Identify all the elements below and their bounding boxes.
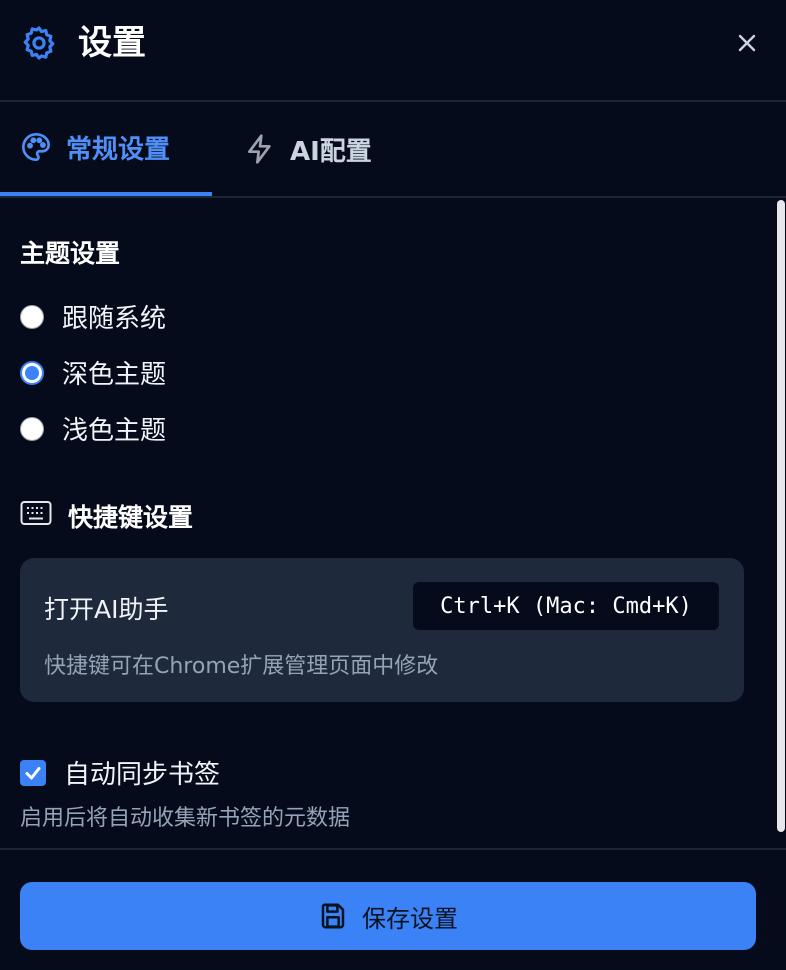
gear-icon <box>23 26 55 60</box>
sync-bookmarks-checkbox[interactable] <box>20 759 46 786</box>
scrollbar[interactable] <box>776 198 786 848</box>
tab-label: AI配置 <box>290 136 372 167</box>
palette-icon <box>22 133 50 161</box>
scrollbar-thumb[interactable] <box>777 200 785 832</box>
radio-light-theme[interactable]: 浅色主题 <box>20 410 166 447</box>
tab-label: 常规设置 <box>66 134 171 165</box>
sync-hint: 启用后将自动收集新书签的元数据 <box>20 806 351 831</box>
radio-button-checked[interactable] <box>20 360 44 385</box>
sync-bookmarks-label: 自动同步书签 <box>64 760 221 790</box>
close-icon[interactable] <box>737 33 757 53</box>
tab-bar: 常规设置 AI配置 <box>0 102 786 198</box>
radio-follow-system[interactable]: 跟随系统 <box>20 298 166 335</box>
shortcut-label: 打开AI助手 <box>44 595 169 624</box>
dialog-footer: 保存设置 <box>0 848 786 970</box>
dialog-header: 设置 <box>0 0 786 102</box>
radio-label: 跟随系统 <box>62 304 167 334</box>
close-button[interactable] <box>730 26 764 60</box>
tab-general-settings[interactable]: 常规设置 <box>0 102 212 196</box>
radio-button[interactable] <box>20 416 44 441</box>
radio-label: 浅色主题 <box>62 416 167 446</box>
tab-ai-config[interactable]: AI配置 <box>244 102 372 196</box>
sync-bookmarks-checkbox-row[interactable]: 自动同步书签 <box>20 754 220 791</box>
save-icon <box>321 903 345 929</box>
save-settings-button[interactable]: 保存设置 <box>20 882 756 950</box>
radio-dark-theme[interactable]: 深色主题 <box>20 354 166 391</box>
theme-section-title: 主题设置 <box>20 239 121 268</box>
keyboard-icon <box>20 501 52 525</box>
settings-content: 主题设置 跟随系统 深色主题 浅色主题 快捷键设置 打开AI助手 Ctrl+K … <box>0 198 786 848</box>
radio-button[interactable] <box>20 304 44 329</box>
shortcut-key: Ctrl+K (Mac: Cmd+K) <box>413 582 719 630</box>
shortcut-section-title: 快捷键设置 <box>68 503 194 532</box>
dialog-title: 设置 <box>78 23 146 63</box>
shortcut-card: 打开AI助手 Ctrl+K (Mac: Cmd+K) 快捷键可在Chrome扩展… <box>20 558 744 702</box>
lightning-icon <box>248 134 271 164</box>
shortcut-hint: 快捷键可在Chrome扩展管理页面中修改 <box>44 654 439 679</box>
check-icon <box>25 766 41 779</box>
save-settings-label: 保存设置 <box>362 904 458 933</box>
radio-label: 深色主题 <box>62 360 167 390</box>
